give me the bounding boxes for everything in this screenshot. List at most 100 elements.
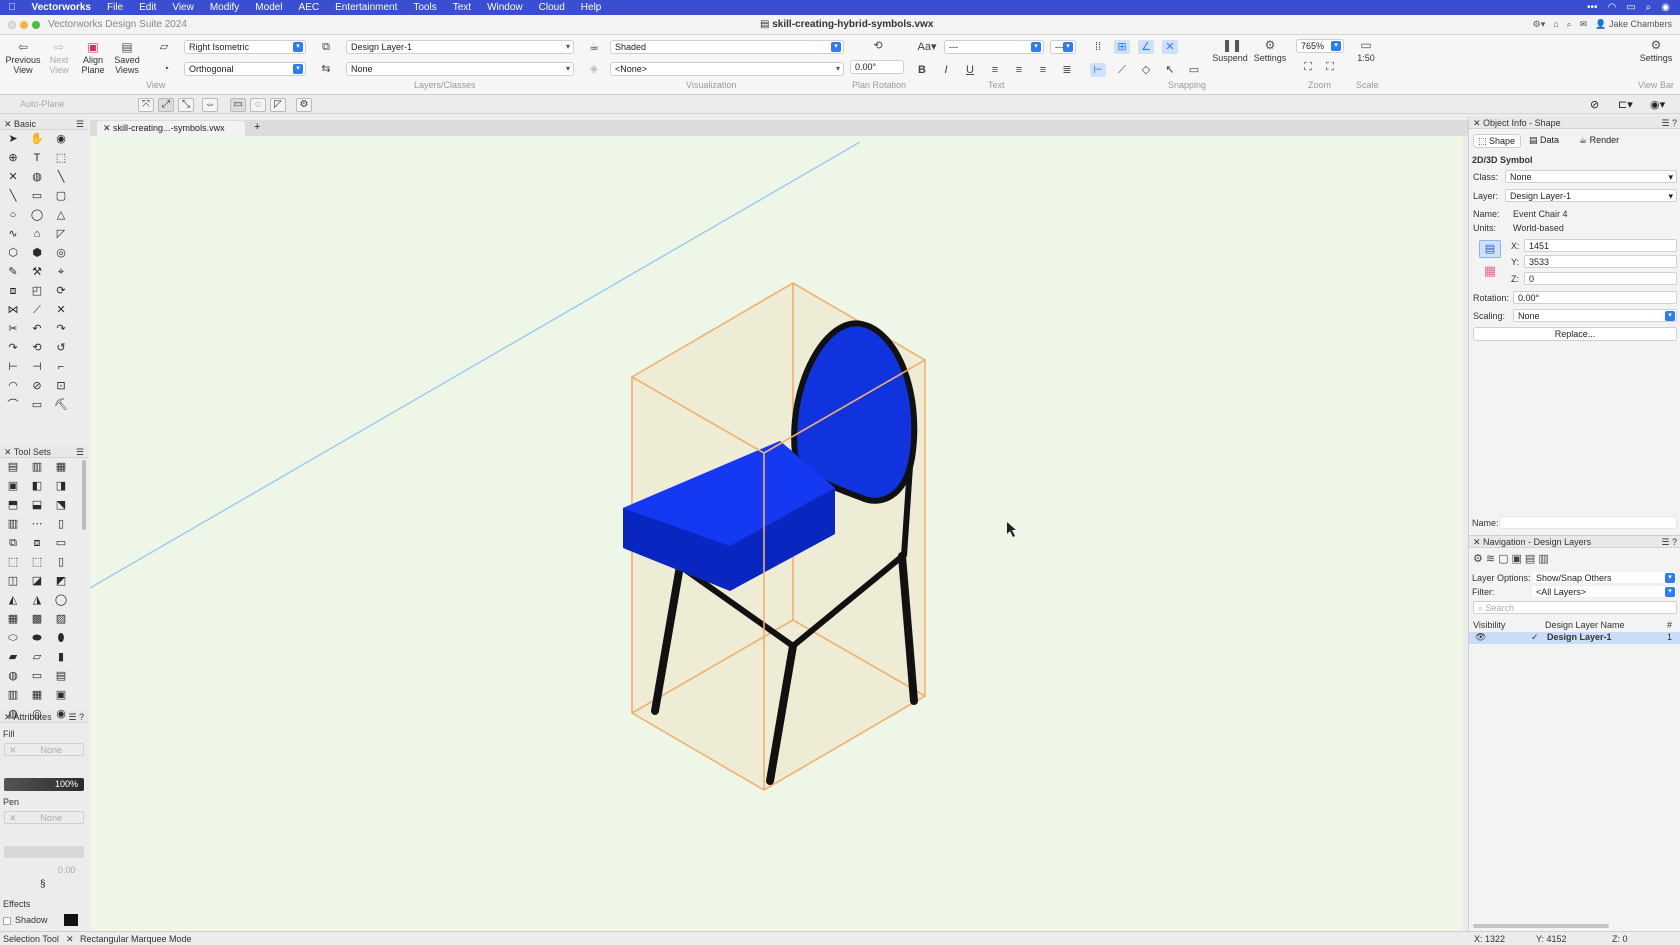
close-icon[interactable]: ✕: [4, 119, 14, 129]
pen-style-dropdown[interactable]: ✕ None: [4, 811, 84, 824]
toolset-tool-icon[interactable]: ▥: [4, 516, 22, 532]
basic-tool-icon[interactable]: ⟳: [52, 283, 70, 299]
lighting-icon[interactable]: ◈: [586, 62, 602, 76]
drawing-canvas[interactable]: [89, 136, 1463, 931]
toolset-tool-icon[interactable]: ▣: [4, 478, 22, 494]
toolset-tool-icon[interactable]: ⬒: [4, 497, 22, 513]
basic-tool-icon[interactable]: ○: [4, 207, 22, 223]
zoom-field[interactable]: 765% ▾: [1296, 39, 1344, 53]
mode-rectangle-marquee-icon[interactable]: ▭: [230, 98, 246, 112]
snap-working-plane-icon[interactable]: ▭: [1186, 63, 1202, 77]
saved-views-button[interactable]: ▤ Saved Views: [110, 41, 144, 75]
close-window-button[interactable]: [8, 21, 16, 29]
layer-options-dropdown[interactable]: Show/Snap Others ▾: [1531, 571, 1677, 584]
mode-disable-interactive-icon[interactable]: ⤧: [138, 98, 154, 112]
visibility-off-icon[interactable]: ⊘: [1590, 98, 1599, 111]
align-right-icon[interactable]: ≡: [1035, 63, 1051, 77]
view-bar-settings-button[interactable]: ⚙ Settings: [1634, 39, 1678, 63]
siri-icon[interactable]: ◉: [1661, 2, 1670, 13]
close-icon[interactable]: ✕: [66, 934, 74, 945]
toolset-tool-icon[interactable]: ▨: [52, 611, 70, 627]
close-icon[interactable]: ✕: [103, 123, 113, 133]
align-left-icon[interactable]: ≡: [987, 63, 1003, 77]
toolset-tool-icon[interactable]: ⬮: [52, 630, 70, 646]
fill-style-dropdown[interactable]: ✕ None: [4, 743, 84, 756]
class-dropdown[interactable]: None ▾: [1505, 170, 1677, 183]
eye-icon[interactable]: 👁: [1475, 632, 1486, 643]
basic-tool-icon[interactable]: ⌂: [28, 226, 46, 242]
menu-file[interactable]: File: [99, 2, 131, 13]
lighting-dropdown[interactable]: <None> ▾: [610, 62, 844, 76]
basic-tool-icon[interactable]: ⧈: [4, 283, 22, 299]
add-tab-button[interactable]: +: [254, 121, 260, 133]
basic-tool-icon[interactable]: ╲: [52, 169, 70, 185]
toolset-tool-icon[interactable]: ◨: [52, 478, 70, 494]
gear-icon[interactable]: ⚙▾: [1533, 19, 1546, 30]
snap-angle-icon[interactable]: ∠: [1138, 40, 1154, 54]
basic-tool-icon[interactable]: ↷: [4, 340, 22, 356]
pen-opacity-slider[interactable]: [4, 846, 84, 858]
toolset-tool-icon[interactable]: ▭: [52, 535, 70, 551]
underline-button[interactable]: U: [962, 63, 978, 77]
snap-tangent-icon[interactable]: ⟋: [1114, 63, 1130, 77]
shadow-color-swatch[interactable]: [64, 914, 78, 926]
help-icon[interactable]: ☰ ?: [1661, 117, 1677, 129]
menu-aec[interactable]: AEC: [291, 2, 328, 13]
nav-references-icon[interactable]: ▤: [1525, 553, 1538, 565]
menu-tools[interactable]: Tools: [405, 2, 444, 13]
basic-tool-icon[interactable]: ➤: [4, 131, 22, 147]
suspend-button[interactable]: ❚❚ Suspend: [1210, 39, 1250, 63]
apple-icon[interactable]: : [0, 2, 24, 13]
grid-position-icon[interactable]: ▦: [1479, 262, 1501, 280]
classes-icon[interactable]: ⇆: [318, 62, 334, 76]
toolset-tool-icon[interactable]: ▤: [52, 668, 70, 684]
toolset-tool-icon[interactable]: ◍: [4, 668, 22, 684]
minimize-window-button[interactable]: [20, 21, 28, 29]
working-plane-icon[interactable]: ⊏▾: [1618, 98, 1633, 111]
nav-layers-icon[interactable]: ≋: [1486, 553, 1498, 565]
toolset-tool-icon[interactable]: ▥: [28, 459, 46, 475]
basic-tool-icon[interactable]: ⟲: [28, 340, 46, 356]
globe-icon[interactable]: ◉▾: [1650, 98, 1665, 111]
basic-tool-icon[interactable]: ⊡: [52, 378, 70, 394]
help-icon[interactable]: ☰ ?: [68, 711, 84, 723]
search-icon[interactable]: ⌕: [1646, 2, 1652, 13]
basic-tool-icon[interactable]: ✕: [4, 169, 22, 185]
layer-search-input[interactable]: ⌕ Search: [1473, 601, 1677, 614]
shadow-checkbox[interactable]: Shadow: [3, 915, 48, 925]
snap-grid-icon[interactable]: ⁞⁞: [1090, 40, 1106, 54]
view-dropdown[interactable]: Right Isometric ▾: [184, 40, 306, 54]
fill-opacity-slider[interactable]: 100%: [4, 778, 84, 791]
rotation-field[interactable]: 0.00°: [1513, 291, 1677, 304]
box-position-icon[interactable]: ▤: [1479, 240, 1501, 258]
menu-model[interactable]: Model: [247, 2, 290, 13]
basic-tool-icon[interactable]: T: [28, 150, 46, 166]
toolset-tool-icon[interactable]: ▥: [4, 687, 22, 703]
layers-icon[interactable]: ⧉: [318, 40, 334, 54]
basic-tool-icon[interactable]: ⌒: [4, 397, 22, 413]
layer-dropdown[interactable]: Design Layer-1 ▾: [1505, 189, 1677, 202]
basic-tool-icon[interactable]: ↷: [52, 321, 70, 337]
basic-tool-icon[interactable]: ⊣: [28, 359, 46, 375]
mode-transform-icon[interactable]: ⇔: [202, 98, 218, 112]
toolset-tool-icon[interactable]: ◎: [28, 706, 46, 722]
x-field[interactable]: 1451: [1524, 239, 1677, 252]
toolset-tool-icon[interactable]: ⬚: [4, 554, 22, 570]
render-mode-icon[interactable]: ☕: [586, 40, 602, 54]
bold-button[interactable]: B: [914, 63, 930, 77]
user-menu[interactable]: 👤 Jake Chambers: [1595, 19, 1672, 30]
fit-to-window-icon[interactable]: ⛶: [1300, 60, 1316, 74]
y-field[interactable]: 3533: [1524, 255, 1677, 268]
snap-surface-icon[interactable]: ◇: [1138, 63, 1154, 77]
basic-tool-icon[interactable]: ⬢: [28, 245, 46, 261]
text-size-dropdown[interactable]: --- ▾: [944, 40, 1044, 54]
basic-tool-icon[interactable]: ◉: [52, 131, 70, 147]
toolset-tool-icon[interactable]: ⧈: [28, 535, 46, 551]
basic-tool-icon[interactable]: ◯: [28, 207, 46, 223]
toolset-tool-icon[interactable]: ◭: [4, 592, 22, 608]
toolset-tool-icon[interactable]: ▣: [52, 687, 70, 703]
toolset-tool-icon[interactable]: ◩: [52, 573, 70, 589]
line-type-icon[interactable]: §: [40, 879, 46, 890]
snap-object-icon[interactable]: ⊞: [1114, 40, 1130, 54]
basic-tool-icon[interactable]: ◰: [28, 283, 46, 299]
